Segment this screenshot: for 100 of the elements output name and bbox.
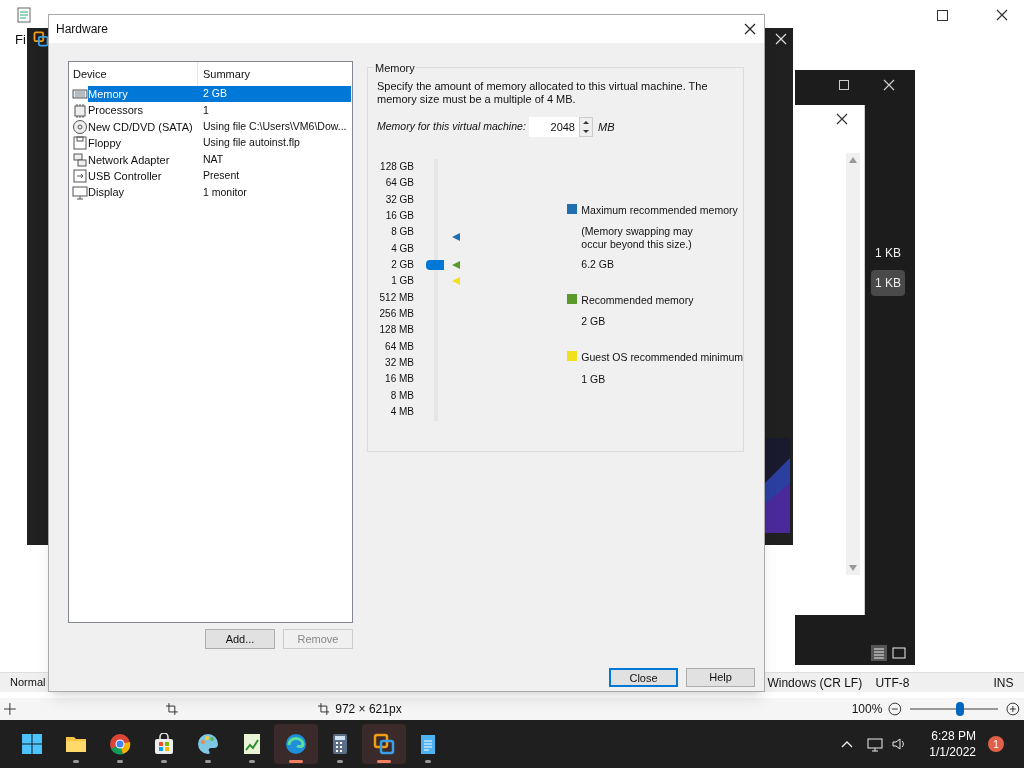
zoom-slider[interactable] xyxy=(910,702,999,716)
device-row[interactable]: Network Adapter NAT xyxy=(69,151,352,168)
legend-title: Guest OS recommended minimum xyxy=(581,350,743,365)
legend-title: Recommended memory xyxy=(581,292,694,308)
field-label: Memory for this virtual machine: xyxy=(377,119,527,135)
spinner[interactable] xyxy=(579,117,593,137)
chart-icon xyxy=(241,733,263,755)
scale-label: 64 GB xyxy=(385,176,414,191)
zoom-in-icon[interactable] xyxy=(1006,702,1020,716)
window-title: Hardware xyxy=(56,21,109,38)
scale-label: 16 GB xyxy=(385,209,414,223)
file-size: 1 KB xyxy=(871,270,905,296)
usb-icon xyxy=(72,168,88,185)
scale-label: 32 MB xyxy=(385,355,414,370)
device-summary: NAT xyxy=(202,151,224,167)
column-header[interactable]: Summary xyxy=(198,65,251,83)
device-name: Floppy xyxy=(88,136,123,152)
device-summary: 1 monitor xyxy=(202,184,247,200)
dialog-button[interactable]: Close xyxy=(609,668,678,687)
legend-value: 1 GB xyxy=(581,371,607,387)
scale-label: 256 MB xyxy=(379,306,414,321)
device-summary: 1 xyxy=(202,102,209,118)
list-view-icon[interactable] xyxy=(871,645,887,661)
edge-icon xyxy=(285,733,307,755)
memory-description: Specify the amount of memory allocated to this virtual machine. The memory size must be a multiple of 4 MB. xyxy=(377,80,709,106)
taskbar-app[interactable] xyxy=(274,724,318,764)
maximize-icon[interactable] xyxy=(937,9,948,21)
crop-icon xyxy=(165,703,178,715)
status-text: Normal xyxy=(10,675,46,691)
device-name: USB Controller xyxy=(88,168,163,184)
network-icon xyxy=(72,151,88,168)
monitor-icon xyxy=(72,184,88,201)
device-name: Processors xyxy=(88,103,145,119)
browser-icon xyxy=(109,733,131,755)
legend-title: Maximum recommended memory xyxy=(581,203,738,218)
device-row[interactable]: USB Controller Present xyxy=(69,167,352,185)
disc-icon xyxy=(72,118,88,135)
device-name: Display xyxy=(88,185,126,201)
device-summary: Using file autoinst.flp xyxy=(202,135,300,151)
scale-label: 512 MB xyxy=(379,290,414,305)
marker-icon xyxy=(452,277,460,285)
status-text: Windows (CR LF) xyxy=(767,674,864,692)
start-icon xyxy=(21,733,43,755)
list-button[interactable]: Add... xyxy=(205,629,275,649)
close-icon[interactable] xyxy=(744,23,756,35)
dialog-button[interactable]: Help xyxy=(686,668,755,687)
clock-time[interactable]: 6:28 PM xyxy=(931,728,976,744)
zoom-out-icon[interactable] xyxy=(888,702,903,716)
scale-label: 32 GB xyxy=(385,192,414,207)
taskbar-app[interactable] xyxy=(362,724,406,764)
marker-icon xyxy=(452,233,460,241)
notepad-icon xyxy=(16,7,32,23)
tile-view-icon[interactable] xyxy=(891,645,907,661)
unit-label: MB xyxy=(598,119,615,135)
overlapping-squares-icon xyxy=(33,31,49,47)
scale-label: 16 MB xyxy=(385,372,414,387)
device-summary: Present xyxy=(202,168,240,184)
close-icon[interactable] xyxy=(836,113,848,125)
memory-input[interactable]: 2048 xyxy=(529,117,579,137)
move-icon xyxy=(4,703,16,715)
device-name: Network Adapter xyxy=(88,152,171,168)
legend-value: 6.2 GB xyxy=(581,256,616,272)
shopping-bag-icon xyxy=(153,733,175,755)
device-name: New CD/DVD (SATA) xyxy=(88,119,194,135)
clock-date[interactable]: 1/1/2022 xyxy=(929,744,976,760)
device-row[interactable]: Processors 1 xyxy=(69,102,352,119)
palette-icon xyxy=(197,733,219,755)
chevron-up-icon[interactable] xyxy=(841,740,854,748)
zoom-level-text: 100% xyxy=(851,701,883,718)
status-text: INS xyxy=(993,674,1014,692)
device-summary: Using file C:\Users\VM6\Dow... xyxy=(202,119,347,135)
crop-icon xyxy=(317,703,330,715)
device-row[interactable]: Display 1 monitor xyxy=(69,184,352,201)
menu-item[interactable]: Fi xyxy=(15,30,26,50)
device-row[interactable]: Floppy Using file autoinst.flp xyxy=(69,135,352,152)
close-icon[interactable] xyxy=(996,9,1008,21)
device-name: Memory xyxy=(88,86,129,102)
network-icon[interactable] xyxy=(867,736,884,752)
scale-label: 128 GB xyxy=(380,160,414,174)
scale-label: 8 GB xyxy=(391,225,414,240)
scale-label: 4 MB xyxy=(390,404,414,419)
slider-thumb[interactable] xyxy=(426,259,444,270)
chip-icon xyxy=(72,102,88,119)
scale-label: 64 MB xyxy=(385,339,414,354)
memory-slider[interactable] xyxy=(426,159,446,421)
notification-badge[interactable]: 1 xyxy=(988,736,1004,752)
legend-note: (Memory swapping may occur beyond this size.) xyxy=(581,224,694,251)
scale-label: 128 MB xyxy=(379,323,414,338)
floppy-icon xyxy=(72,135,88,152)
scale-label: 8 MB xyxy=(390,388,414,403)
device-row[interactable]: New CD/DVD (SATA) Using file C:\Users\VM6\Dow... xyxy=(69,118,352,136)
legend-value: 2 GB xyxy=(581,314,607,330)
marker-icon xyxy=(452,261,460,269)
scale-label: 2 GB xyxy=(391,257,414,272)
image-size: 972 × 621px xyxy=(335,701,402,718)
overlapping-squares-icon xyxy=(373,733,395,755)
device-summary: 2 GB xyxy=(202,86,227,102)
status-text: UTF-8 xyxy=(875,674,911,692)
scale-label: 1 GB xyxy=(391,274,414,289)
scale-label: 4 GB xyxy=(391,241,414,256)
